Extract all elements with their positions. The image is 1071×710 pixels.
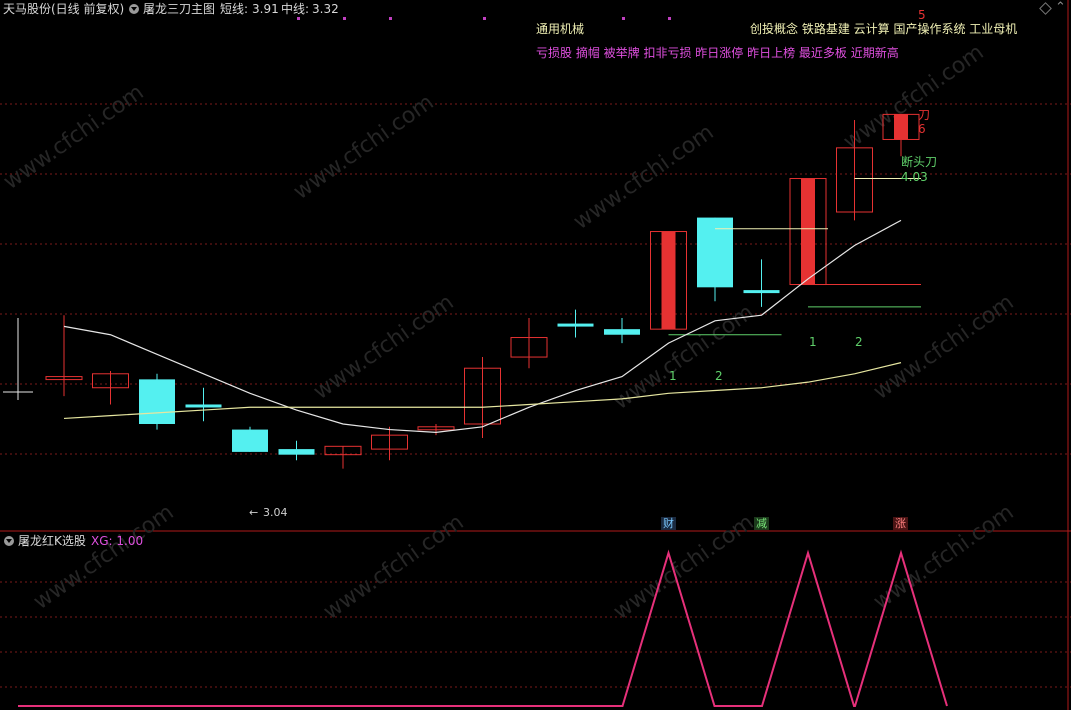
concept-line2: 亏损股 摘帽 被举牌 扣非亏损 昨日涨停 昨日上榜 最近多板 近期新高 (536, 46, 899, 60)
marker-dot (668, 17, 671, 20)
count-label-1a: 1 (669, 369, 677, 383)
marker-dot (297, 17, 300, 20)
chart-stage: www.cfchi.com www.cfchi.com www.cfchi.com w… (0, 0, 1071, 710)
watermark-text: www.cfchi.com (289, 90, 438, 205)
count-label-2b: 2 (855, 335, 863, 349)
expand-chevron-icon[interactable]: ⌃ (1055, 1, 1066, 15)
count-label-2a: 2 (715, 369, 723, 383)
candle-body (185, 404, 222, 408)
signal-bar (894, 114, 908, 140)
candle-body (278, 449, 315, 455)
mid-line-label: 中线: (281, 2, 310, 16)
short-line-label: 短线: (220, 2, 249, 16)
marker-dot (622, 17, 625, 20)
concept-line1-left: 通用机械 (536, 22, 585, 36)
sub-indicator-dropdown-icon[interactable] (4, 536, 14, 546)
candle-body (139, 379, 175, 424)
duantoudao-label: 断头刀 (901, 155, 938, 169)
mid-line-value: 3.32 (312, 2, 339, 16)
marker-dot (483, 17, 486, 20)
chart-canvas[interactable]: www.cfchi.com www.cfchi.com www.cfchi.com w… (0, 0, 1071, 710)
num-5-label: 5 (918, 8, 926, 22)
duantoudao-price: 4.03 (901, 170, 928, 184)
candle-body (697, 217, 733, 288)
period-label: (日线 前复权) (51, 2, 125, 16)
badge-jian[interactable]: 减 (754, 517, 769, 530)
watermark-text: www.cfchi.com (29, 500, 178, 615)
sub-panel-title[interactable]: 屠龙红K选股 (18, 534, 86, 548)
candle-body (604, 329, 640, 335)
indicator-dropdown-icon[interactable] (129, 4, 139, 14)
marker-dot (343, 17, 346, 20)
watermark-text: www.cfchi.com (869, 500, 1018, 615)
stock-name: 天马股份 (3, 2, 52, 16)
candle-body (232, 429, 268, 452)
watermark-text: www.cfchi.com (0, 80, 149, 195)
low-price-label: 3.04 (263, 506, 288, 519)
watermark-text: www.cfchi.com (319, 510, 468, 625)
dao-partial-label: 刀 (918, 108, 931, 122)
short-line-value: 3.91 (252, 2, 279, 16)
watermark-text: www.cfchi.com (309, 290, 458, 405)
low-arrow: ← (249, 506, 259, 519)
indicator-name[interactable]: 屠龙三刀主图 (143, 2, 215, 16)
badge-zhang[interactable]: 涨 (893, 517, 908, 530)
watermark-text: www.cfchi.com (609, 510, 758, 625)
signal-bar (801, 178, 815, 285)
concept-line1-right: 创投概念 铁路基建 云计算 国产操作系统 工业母机 (750, 22, 1018, 36)
candle-body (557, 323, 594, 327)
num-6-label: 6 (918, 122, 926, 136)
watermark-text: www.cfchi.com (569, 120, 718, 235)
marker-dot (389, 17, 392, 20)
count-label-1b: 1 (809, 335, 817, 349)
xg-label: XG: 1.00 (91, 534, 144, 548)
xg-signal-line (18, 549, 948, 707)
badge-cai[interactable]: 财 (661, 517, 676, 530)
candle-body (743, 290, 780, 294)
signal-bar (661, 231, 676, 330)
